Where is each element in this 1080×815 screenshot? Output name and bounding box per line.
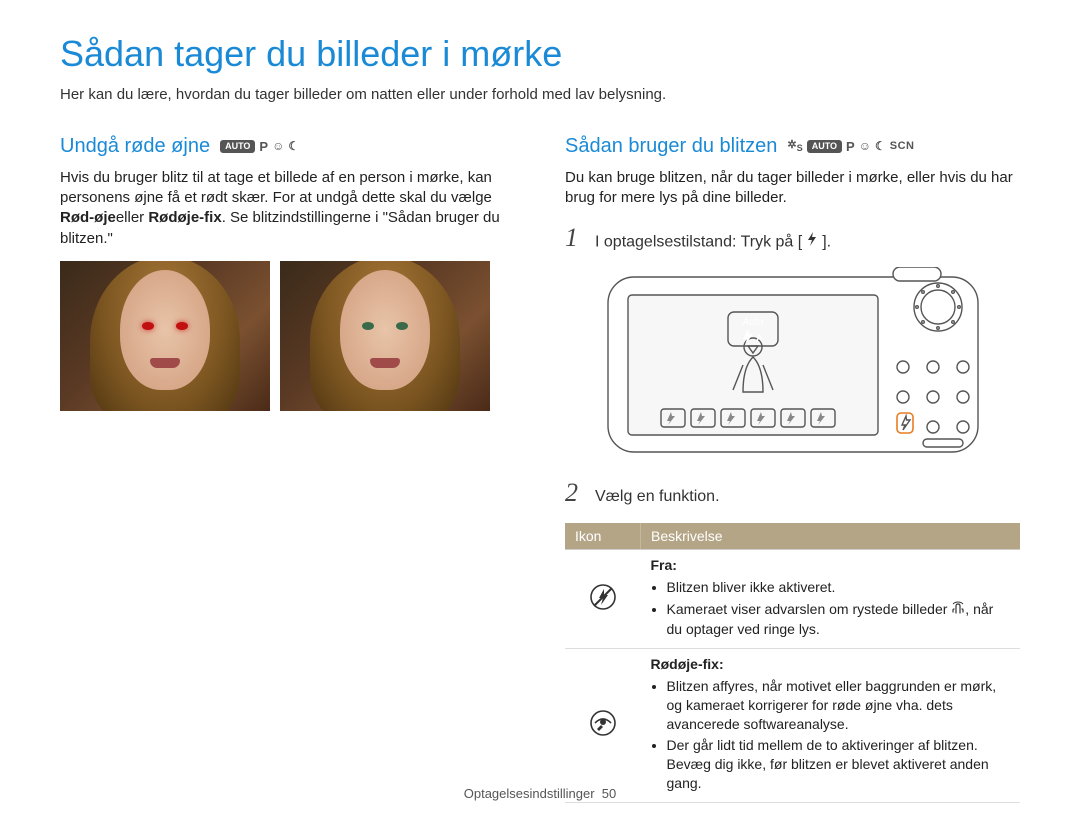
- mode-face-icon: ☺: [859, 138, 871, 154]
- left-column: Undgå røde øjne AUTO P ☺ ☾ Hvis du bruge…: [60, 133, 515, 803]
- right-column: Sådan bruger du blitzen ✲S AUTO P ☺ ☾ SC…: [565, 133, 1020, 803]
- list-item: Kameraet viser advarslen om rystede bill…: [667, 600, 1011, 639]
- mode-p-icon: P: [259, 138, 268, 156]
- left-mode-icons: AUTO P ☺ ☾: [220, 138, 299, 156]
- right-heading-text: Sådan bruger du blitzen: [565, 133, 777, 160]
- col-desc: Beskrivelse: [641, 523, 1021, 550]
- mode-moon-icon: ☾: [875, 138, 886, 154]
- mode-scn-icon: SCN: [890, 139, 915, 154]
- footer-section: Optagelsesindstillinger: [464, 786, 595, 801]
- right-intro: Du kan bruge blitzen, når du tager bille…: [565, 168, 1020, 209]
- row-title: Fra:: [651, 556, 1011, 575]
- list-item: Blitzen bliver ikke aktiveret.: [667, 578, 1011, 597]
- svg-text:A: A: [756, 333, 763, 343]
- redeye-fix-icon: [589, 709, 617, 742]
- mode-auto-icon: AUTO: [807, 140, 842, 153]
- camera-back-diagram: Auto A: [603, 267, 983, 457]
- page-footer: Optagelsesindstillinger 50: [0, 785, 1080, 803]
- col-icon: Ikon: [565, 523, 641, 550]
- right-heading: Sådan bruger du blitzen ✲S AUTO P ☺ ☾ SC…: [565, 133, 1020, 160]
- page-title: Sådan tager du billeder i mørke: [60, 30, 1020, 79]
- step-1: 1 I optagelsestilstand: Tryk på [ ].: [565, 220, 1020, 255]
- right-mode-icons: ✲S AUTO P ☺ ☾ SCN: [787, 138, 914, 156]
- mode-auto-icon: AUTO: [220, 140, 255, 153]
- left-paragraph: Hvis du bruger blitz til at tage et bill…: [60, 168, 515, 249]
- left-heading-text: Undgå røde øjne: [60, 133, 210, 160]
- step-1-text: I optagelsestilstand: Tryk på [: [595, 233, 802, 250]
- mode-smart-icon: ✲S: [787, 138, 802, 155]
- example-photos: [60, 261, 515, 411]
- table-row: Fra: Blitzen bliver ikke aktiveret. Kame…: [565, 550, 1020, 648]
- step-2: 2 Vælg en funktion.: [565, 475, 1020, 510]
- row-title: Rødøje-fix:: [651, 655, 1011, 674]
- photo-red-eye: [60, 261, 270, 411]
- mode-face-icon: ☺: [272, 138, 284, 154]
- mode-p-icon: P: [846, 138, 855, 156]
- page-subtitle: Her kan du lære, hvordan du tager billed…: [60, 85, 1020, 105]
- mode-moon-icon: ☾: [288, 138, 299, 154]
- flash-options-table: Ikon Beskrivelse: [565, 523, 1020, 804]
- flash-icon: [802, 231, 822, 254]
- step-2-text: Vælg en funktion.: [595, 486, 1020, 508]
- table-row: Rødøje-fix: Blitzen affyres, når motivet…: [565, 648, 1020, 802]
- step-2-number: 2: [565, 475, 583, 510]
- step-1-number: 1: [565, 220, 583, 255]
- footer-page-number: 50: [602, 786, 616, 801]
- left-heading: Undgå røde øjne AUTO P ☺ ☾: [60, 133, 515, 160]
- flash-off-icon: [589, 583, 617, 616]
- list-item: Blitzen affyres, når motivet eller baggr…: [667, 677, 1011, 734]
- shake-hand-icon: [951, 601, 965, 620]
- photo-fixed-eye: [280, 261, 490, 411]
- tooltip-label: Auto: [742, 317, 763, 328]
